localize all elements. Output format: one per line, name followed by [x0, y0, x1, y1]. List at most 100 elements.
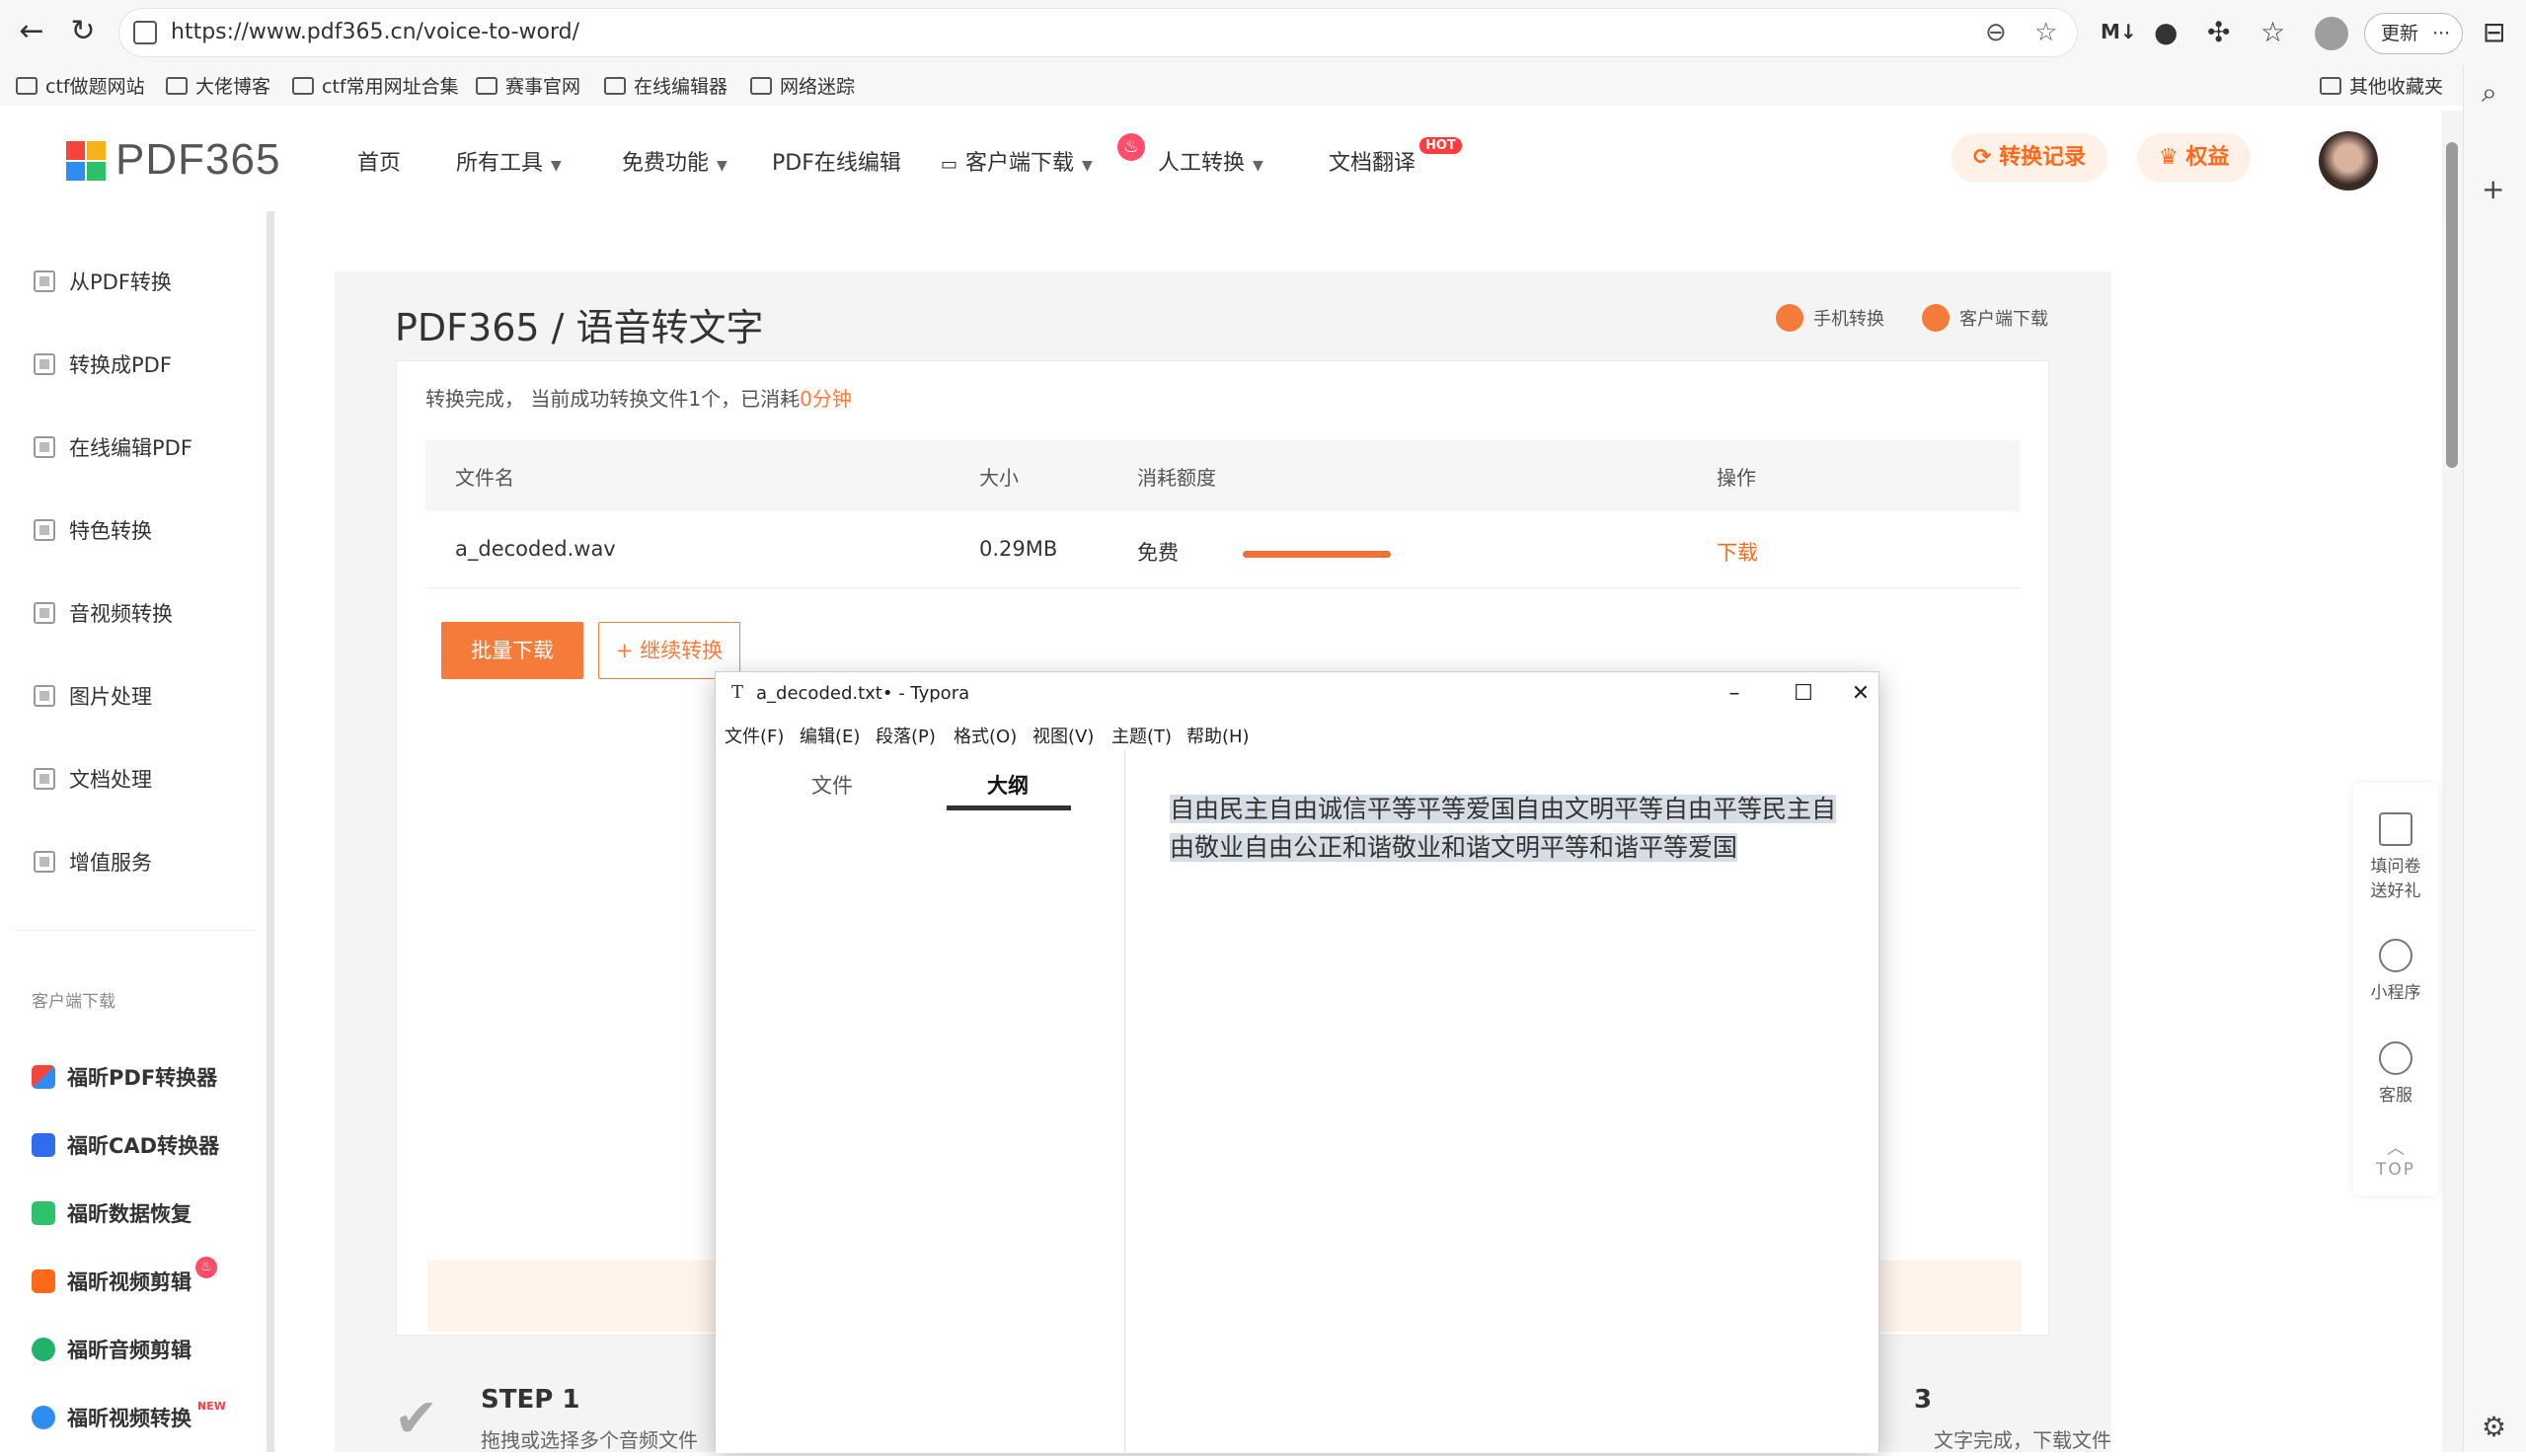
- address-bar[interactable]: https://www.pdf365.cn/voice-to-word/ ⊖ ☆: [118, 8, 2078, 57]
- selected-text[interactable]: 自由民主自由诚信平等平等爱国自由文明平等自由平等民主自由敬业自由公正和谐敬业和谐…: [1170, 795, 1837, 862]
- scrollbar-thumb[interactable]: [2446, 142, 2458, 468]
- sidebar-item-label: 转换成PDF: [69, 353, 172, 377]
- sidebar-item-special[interactable]: 特色转换: [34, 515, 152, 545]
- settings-gear-icon[interactable]: ⚙: [2482, 1411, 2506, 1443]
- editor-area[interactable]: 自由民主自由诚信平等平等爱国自由文明平等自由平等民主自由敬业自由公正和谐敬业和谐…: [1125, 750, 1878, 1453]
- extension-badge-icon[interactable]: ●: [2154, 16, 2178, 48]
- menu-help[interactable]: 帮助(H): [1186, 723, 1250, 748]
- back-icon[interactable]: ←: [14, 14, 49, 49]
- minimize-icon[interactable]: –: [1705, 676, 1764, 712]
- chevron-down-icon: ▼: [1082, 158, 1093, 174]
- refresh-icon[interactable]: ↻: [65, 14, 101, 49]
- sidebar-item-value-added[interactable]: 增值服务: [34, 847, 152, 877]
- menu-file[interactable]: 文件(F): [725, 723, 784, 748]
- download-link[interactable]: 下载: [1717, 537, 1758, 567]
- bookmark-label: 在线编辑器: [634, 76, 728, 98]
- nav-translate[interactable]: 文档翻译: [1329, 145, 1416, 177]
- profile-avatar[interactable]: [2315, 17, 2348, 50]
- app-cad-converter[interactable]: 福昕CAD转换器: [32, 1130, 219, 1160]
- add-icon[interactable]: +: [2482, 173, 2504, 205]
- sidebar-item-label: 在线编辑PDF: [69, 436, 192, 460]
- other-bookmarks-folder[interactable]: 其他收藏夹: [2320, 72, 2443, 99]
- bookmark-folder[interactable]: 大佬博客: [166, 72, 270, 99]
- mobile-convert-link[interactable]: 手机转换: [1776, 304, 1884, 332]
- back-to-top-button[interactable]: ︿ TOP: [2353, 1134, 2438, 1180]
- benefits-button[interactable]: ♛ 权益: [2137, 133, 2252, 183]
- app-label: 福昕音频剪辑: [67, 1339, 191, 1362]
- conversion-records-button[interactable]: ⟳ 转换记录: [1952, 133, 2108, 183]
- app-audio-editor[interactable]: 福昕音频剪辑: [32, 1335, 191, 1364]
- sidebar-item-image[interactable]: 图片处理: [34, 681, 152, 711]
- search-icon[interactable]: ⌕: [2482, 76, 2497, 110]
- sidebar-item-online-edit[interactable]: 在线编辑PDF: [34, 432, 192, 462]
- favorite-star-icon[interactable]: ☆: [2034, 18, 2057, 47]
- nav-all-tools[interactable]: 所有工具 ▼: [456, 145, 562, 177]
- sidebar-toggle-icon[interactable]: ⊟: [2483, 16, 2505, 48]
- url-text[interactable]: https://www.pdf365.cn/voice-to-word/: [171, 20, 579, 44]
- maximize-icon[interactable]: ☐: [1774, 676, 1833, 712]
- sidebar-item-label: 增值服务: [69, 851, 152, 875]
- batch-download-button[interactable]: 批量下载: [441, 622, 583, 679]
- column-header-size: 大小: [979, 466, 1019, 490]
- document-icon: [34, 768, 55, 790]
- crown-icon: ♛: [2159, 145, 2186, 170]
- user-avatar[interactable]: [2319, 131, 2378, 191]
- miniprogram-button[interactable]: 小程序: [2353, 939, 2438, 1003]
- typora-window: T a_decoded.txt• - Typora – ☐ ✕ 文件(F) 编辑…: [715, 671, 1879, 1453]
- tab-files[interactable]: 文件: [811, 770, 853, 800]
- read-aloud-icon[interactable]: ⊖: [1985, 18, 2007, 47]
- page-title: PDF365 / 语音转文字: [395, 306, 764, 349]
- active-tab-indicator: [947, 805, 1071, 810]
- customer-service-button[interactable]: 客服: [2353, 1041, 2438, 1106]
- sidebar-scrollbar[interactable]: [267, 211, 274, 1452]
- app-video-editor[interactable]: 福昕视频剪辑 ♨: [32, 1257, 225, 1296]
- menu-view[interactable]: 视图(V): [1033, 723, 1094, 748]
- folder-icon: [604, 76, 626, 95]
- tab-outline[interactable]: 大纲: [987, 770, 1029, 800]
- sidebar-item-label: 音视频转换: [69, 602, 173, 626]
- bookmark-folder[interactable]: ctf常用网址合集: [292, 72, 459, 99]
- page-scrollbar[interactable]: [2442, 111, 2463, 1452]
- sidebar-item-from-pdf[interactable]: 从PDF转换: [34, 267, 172, 296]
- update-button[interactable]: 更新 ···: [2364, 13, 2463, 54]
- nav-online-edit[interactable]: PDF在线编辑: [772, 145, 901, 177]
- nav-manual-convert[interactable]: 人工转换 ▼: [1158, 145, 1263, 177]
- client-download-link[interactable]: 客户端下载: [1922, 304, 2048, 332]
- sidebar-item-to-pdf[interactable]: 转换成PDF: [34, 349, 172, 379]
- close-icon[interactable]: ✕: [1843, 676, 1878, 712]
- menu-paragraph[interactable]: 段落(P): [876, 723, 936, 748]
- app-data-recovery[interactable]: 福昕数据恢复: [32, 1198, 191, 1228]
- logo-text[interactable]: PDF365: [115, 135, 280, 185]
- typora-sidebar: 文件 大纲: [716, 750, 1125, 1453]
- pdf365-logo-icon[interactable]: [66, 141, 106, 181]
- menu-format[interactable]: 格式(O): [954, 723, 1017, 748]
- app-pdf-converter[interactable]: 福昕PDF转换器: [32, 1062, 217, 1092]
- chevron-up-icon: ︿: [2387, 1138, 2405, 1159]
- audio-editor-icon: [32, 1338, 55, 1361]
- chevron-down-icon: ▼: [1253, 158, 1263, 174]
- records-label: 转换记录: [1999, 145, 2087, 170]
- bookmark-folder[interactable]: ctf做题网站: [16, 72, 145, 99]
- step1-title: STEP 1: [481, 1385, 580, 1415]
- sidebar-item-document[interactable]: 文档处理: [34, 764, 152, 794]
- window-titlebar[interactable]: T a_decoded.txt• - Typora – ☐ ✕: [716, 672, 1878, 715]
- sidebar-item-audio-video[interactable]: 音视频转换: [34, 598, 173, 628]
- menu-edit[interactable]: 编辑(E): [800, 723, 860, 748]
- bookmark-folder[interactable]: 赛事官网: [476, 72, 580, 99]
- extensions-puzzle-icon[interactable]: ✣: [2207, 16, 2230, 48]
- menu-theme[interactable]: 主题(T): [1111, 723, 1172, 748]
- extension-m-icon[interactable]: M↓: [2101, 20, 2137, 43]
- nav-client-download[interactable]: ▭ 客户端下载 ▼: [941, 145, 1093, 177]
- more-icon[interactable]: ···: [2432, 23, 2450, 44]
- survey-button[interactable]: 填问卷 送好礼: [2353, 812, 2438, 901]
- bookmark-folder[interactable]: 网络迷踪: [750, 72, 855, 99]
- app-video-converter[interactable]: 福昕视频转换 NEW: [32, 1400, 226, 1432]
- bookmark-folder[interactable]: 在线编辑器: [604, 72, 727, 99]
- nav-label: 客户端下载: [965, 151, 1075, 176]
- file-quota: 免费: [1137, 541, 1179, 565]
- nav-free-features[interactable]: 免费功能 ▼: [622, 145, 727, 177]
- document-text[interactable]: 自由民主自由诚信平等平等爱国自由文明平等自由平等民主自由敬业自由公正和谐敬业和谐…: [1170, 790, 1841, 867]
- site-info-icon[interactable]: [133, 21, 157, 44]
- favorites-list-icon[interactable]: ☆: [2260, 16, 2285, 48]
- nav-home[interactable]: 首页: [357, 145, 401, 177]
